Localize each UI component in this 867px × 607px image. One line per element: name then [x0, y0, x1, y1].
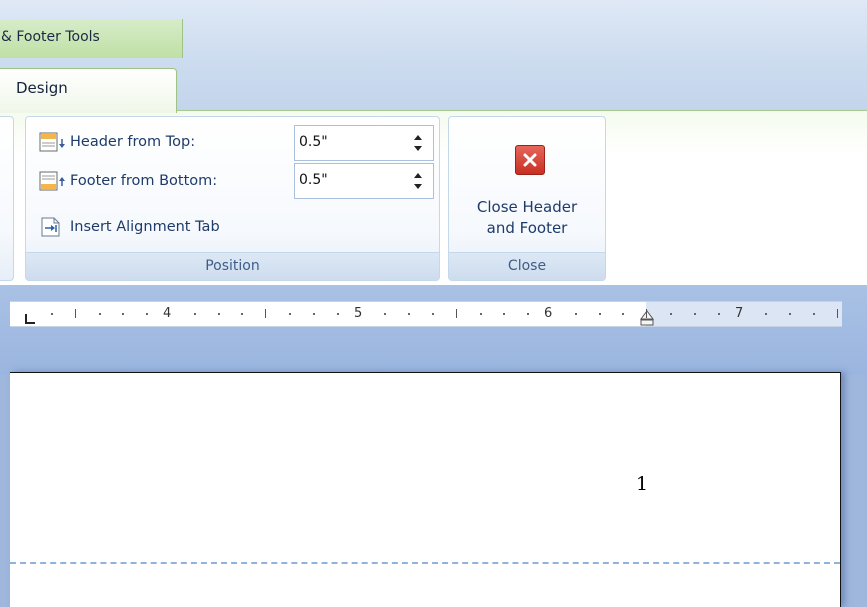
header-from-top-spinner[interactable]: 0.5"	[294, 125, 434, 161]
position-group-label: Position	[26, 252, 439, 280]
ruler-eighth-tick	[241, 313, 244, 315]
close-icon	[515, 145, 545, 175]
ruler-eighth-tick	[217, 313, 220, 315]
close-label-line2: and Footer	[486, 219, 568, 237]
close-header-footer-button[interactable]: Close Header and Footer	[449, 117, 605, 252]
ribbon-group-position: Header from Top: 0.5" Footer from Bottom…	[25, 116, 440, 281]
tab-design-label: Design	[16, 79, 68, 97]
page-number[interactable]: 1	[636, 473, 648, 495]
ruler-eighth-tick	[336, 313, 339, 315]
ruler-number: 4	[163, 306, 172, 321]
ruler-eighth-tick	[670, 313, 673, 315]
ruler-eighth-tick	[146, 313, 149, 315]
insert-alignment-tab-icon	[38, 216, 66, 238]
close-group-label: Close	[449, 252, 605, 280]
header-footer-tools-context-tab: & Footer Tools	[0, 19, 183, 58]
ruler-number: 5	[354, 306, 363, 321]
ruler-eighth-tick	[479, 313, 482, 315]
ruler-eighth-tick	[312, 313, 315, 315]
left-tab-stop-icon[interactable]	[24, 312, 36, 326]
ribbon-group-close: Close Header and Footer Close	[448, 116, 606, 281]
insert-alignment-tab-label: Insert Alignment Tab	[70, 219, 220, 235]
ruler-eighth-tick	[765, 313, 768, 315]
footer-from-bottom-label: Footer from Bottom:	[70, 173, 218, 189]
ruler-eighth-tick	[289, 313, 292, 315]
ruler-eighth-tick	[789, 313, 792, 315]
ruler-eighth-tick	[574, 313, 577, 315]
ruler-area: 4 5 6 7	[0, 285, 867, 375]
ruler-eighth-tick	[431, 313, 434, 315]
ruler-half-inch-tick	[455, 309, 457, 318]
ruler-eighth-tick	[98, 313, 101, 315]
ruler-eighth-tick	[503, 313, 506, 315]
ribbon: Header from Top: 0.5" Footer from Bottom…	[0, 110, 867, 286]
tab-design[interactable]: Design	[0, 68, 177, 113]
ruler-eighth-tick	[384, 313, 387, 315]
header-boundary-line	[10, 562, 840, 564]
spinner-arrows-icon[interactable]	[413, 132, 423, 154]
ruler-eighth-tick	[693, 313, 696, 315]
ruler-half-inch-tick	[836, 309, 838, 318]
ruler-number: 6	[544, 306, 553, 321]
header-from-top-row: Header from Top:	[38, 128, 195, 156]
ruler-eighth-tick	[598, 313, 601, 315]
close-label-line1: Close Header	[476, 198, 578, 216]
horizontal-ruler[interactable]: 4 5 6 7	[10, 301, 842, 327]
header-from-top-input[interactable]: 0.5"	[299, 134, 328, 150]
ribbon-group-previous	[0, 116, 14, 281]
ruler-number: 7	[735, 306, 744, 321]
ruler-eighth-tick	[717, 313, 720, 315]
footer-from-bottom-spinner[interactable]: 0.5"	[294, 163, 434, 199]
spinner-arrows-icon[interactable]	[413, 170, 423, 192]
ruler-eighth-tick	[408, 313, 411, 315]
ruler-eighth-tick	[812, 313, 815, 315]
header-from-top-icon	[38, 131, 66, 153]
ruler-half-inch-tick	[74, 309, 76, 318]
insert-alignment-tab-button[interactable]: Insert Alignment Tab	[38, 213, 220, 241]
close-header-footer-label: Close Header and Footer	[449, 197, 605, 239]
document-page[interactable]: 1	[10, 372, 841, 607]
context-tab-label: & Footer Tools	[1, 29, 100, 45]
footer-from-bottom-input[interactable]: 0.5"	[299, 172, 328, 188]
ruler-eighth-tick	[622, 313, 625, 315]
footer-from-bottom-row: Footer from Bottom:	[38, 167, 217, 195]
ruler-eighth-tick	[122, 313, 125, 315]
ruler-eighth-tick	[193, 313, 196, 315]
header-from-top-label: Header from Top:	[70, 134, 196, 150]
ruler-half-inch-tick	[646, 309, 648, 318]
footer-from-bottom-icon	[38, 170, 66, 192]
ruler-eighth-tick	[527, 313, 530, 315]
ruler-half-inch-tick	[265, 309, 267, 318]
ruler-eighth-tick	[50, 313, 53, 315]
